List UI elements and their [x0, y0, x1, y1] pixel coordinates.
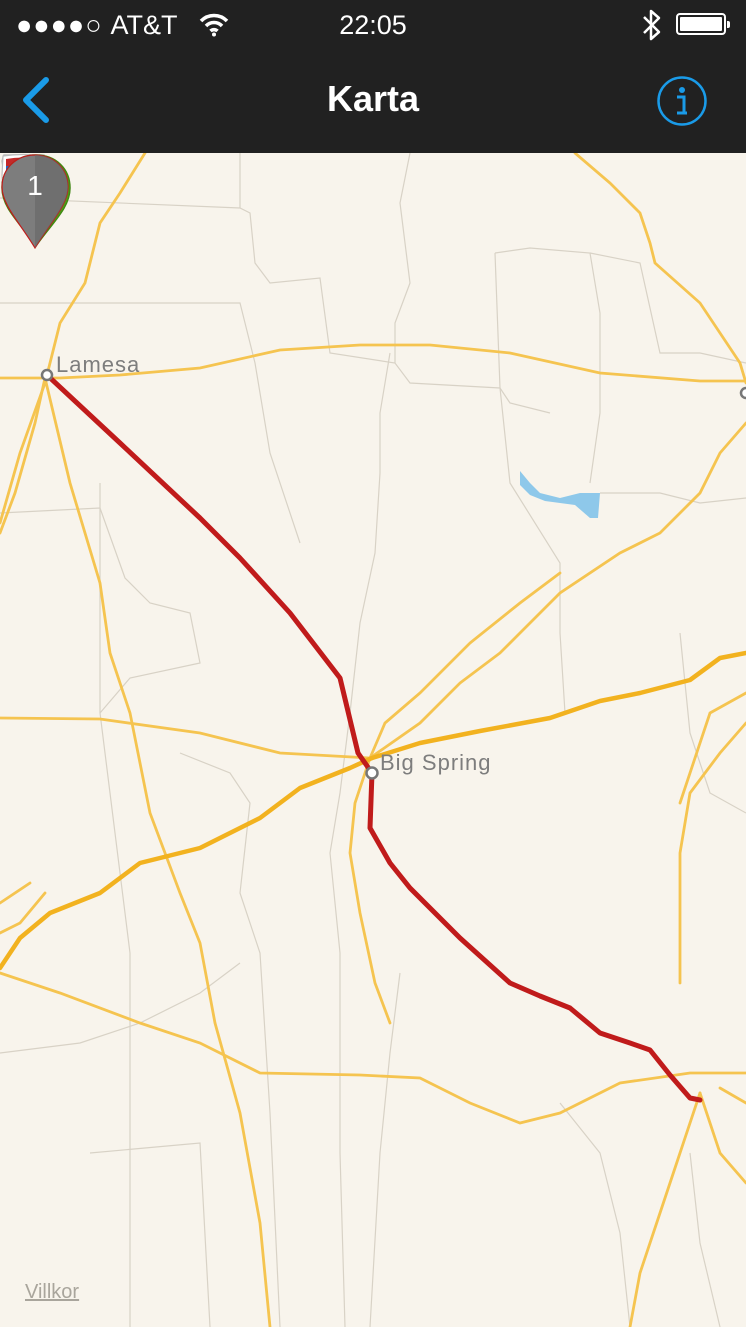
clock: 22:05 — [339, 10, 407, 40]
status-bar: ●●●●○ AT&T 22:05 — [0, 0, 746, 52]
info-button[interactable] — [656, 75, 708, 127]
waypoint-pin-label: 1 — [27, 170, 43, 201]
battery-icon — [676, 13, 730, 35]
bluetooth-icon — [643, 9, 661, 41]
city-label-big-spring: Big Spring — [380, 750, 492, 775]
map-view[interactable]: Lamesa Big Spring 87 20 1 Villkor — [0, 153, 746, 1327]
city-label-lamesa: Lamesa — [56, 352, 141, 377]
waypoint-pin[interactable]: 1 — [0, 153, 70, 253]
route-line — [44, 372, 703, 1103]
info-icon — [657, 76, 707, 126]
page-title: Karta — [326, 78, 420, 119]
navigation-bar: Karta — [0, 52, 746, 153]
terms-link[interactable]: Villkor — [25, 1281, 79, 1304]
city-marker-lamesa — [40, 368, 54, 382]
county-boundaries — [0, 153, 746, 1327]
lake — [520, 471, 600, 518]
city-marker-big-spring — [365, 766, 379, 780]
map-canvas — [0, 153, 746, 1327]
city-marker-edge — [739, 386, 746, 400]
